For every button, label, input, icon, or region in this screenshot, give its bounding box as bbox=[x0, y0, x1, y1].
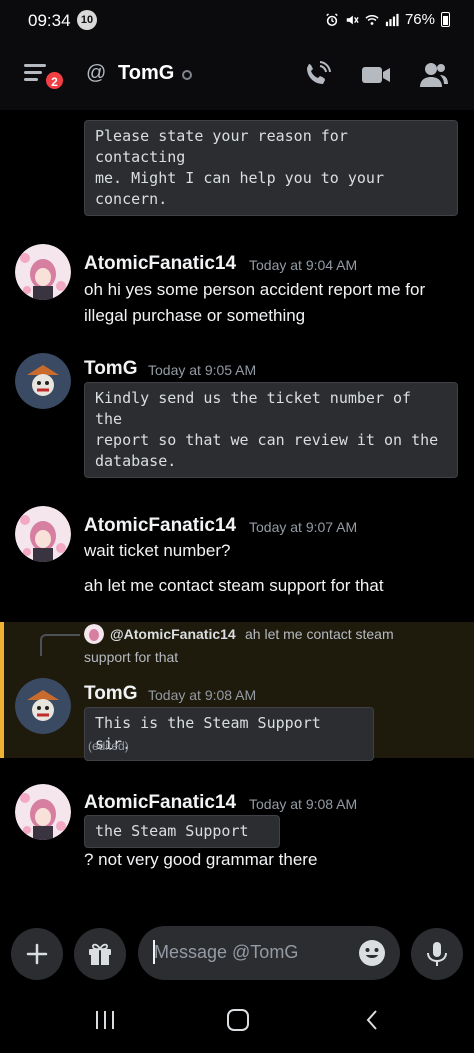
reply-preview[interactable]: ah let me contact steam bbox=[245, 626, 394, 642]
timestamp: Today at 9:08 AM bbox=[249, 796, 358, 812]
home-icon[interactable] bbox=[225, 1008, 251, 1032]
reply-author[interactable]: @AtomicFanatic14 bbox=[110, 626, 236, 642]
message-input[interactable]: Message @TomG bbox=[138, 926, 400, 980]
message-text: ? not very good grammar there bbox=[84, 850, 318, 869]
author-name[interactable]: TomG bbox=[84, 683, 137, 705]
system-navigation-bar bbox=[0, 988, 474, 1053]
gift-icon bbox=[89, 943, 111, 965]
add-attachment-button[interactable] bbox=[11, 928, 63, 980]
mute-icon bbox=[346, 15, 359, 24]
edited-label: (edited) bbox=[88, 739, 129, 753]
status-bar: 09:34 10 76% bbox=[0, 0, 474, 42]
emoji-icon[interactable] bbox=[358, 939, 386, 967]
author-name[interactable]: AtomicFanatic14 bbox=[84, 253, 236, 275]
author-name[interactable]: TomG bbox=[84, 358, 137, 380]
author-name[interactable]: AtomicFanatic14 bbox=[84, 792, 236, 814]
timestamp: Today at 9:04 AM bbox=[249, 257, 358, 273]
call-icon[interactable] bbox=[302, 60, 334, 90]
battery-icon bbox=[441, 12, 450, 27]
avatar-atomicfanatic14[interactable] bbox=[15, 506, 71, 562]
avatar-tomg[interactable] bbox=[15, 353, 71, 409]
avatar-atomicfanatic14[interactable] bbox=[15, 244, 71, 300]
microphone-icon bbox=[427, 942, 447, 966]
clock: 09:34 bbox=[28, 11, 71, 30]
message-text: oh hi yes some person accident report me… bbox=[84, 277, 425, 329]
alarm-icon bbox=[326, 12, 338, 26]
message-list[interactable]: Please state your reason for contacting … bbox=[0, 110, 474, 920]
code-block: Kindly send us the ticket number of the … bbox=[84, 382, 458, 478]
unread-badge: 2 bbox=[44, 70, 65, 91]
timestamp: Today at 9:08 AM bbox=[148, 687, 257, 703]
back-icon[interactable] bbox=[360, 1008, 386, 1032]
notification-count-badge: 10 bbox=[77, 10, 97, 30]
system-icons: 76% bbox=[325, 11, 450, 28]
avatar-tomg[interactable] bbox=[15, 678, 71, 734]
members-icon[interactable] bbox=[418, 60, 450, 90]
message-line: illegal purchase or something bbox=[84, 306, 306, 325]
at-icon: @ bbox=[86, 62, 107, 84]
code-block: the Steam Support bbox=[84, 815, 280, 848]
timestamp: Today at 9:07 AM bbox=[249, 519, 358, 535]
signal-icon bbox=[385, 13, 399, 26]
mention-highlight-bar bbox=[0, 622, 4, 758]
menu-button[interactable]: 2 bbox=[22, 58, 66, 98]
recent-apps-icon[interactable] bbox=[92, 1008, 118, 1032]
code-block: Please state your reason for contacting … bbox=[84, 120, 458, 216]
reply-connector bbox=[40, 634, 80, 656]
video-icon[interactable] bbox=[360, 60, 392, 90]
message-text: wait ticket number? bbox=[84, 541, 231, 560]
message-line: oh hi yes some person accident report me… bbox=[84, 280, 426, 299]
dm-header: 2 @ TomG bbox=[0, 42, 474, 110]
message-text: ah let me contact steam support for that bbox=[84, 576, 384, 595]
reply-preview[interactable]: support for that bbox=[84, 649, 178, 665]
gift-button[interactable] bbox=[74, 928, 126, 980]
plus-icon bbox=[26, 943, 48, 965]
avatar-atomicfanatic14[interactable] bbox=[15, 784, 71, 840]
message-input-placeholder: Message @TomG bbox=[154, 942, 299, 962]
timestamp: Today at 9:05 AM bbox=[148, 362, 257, 378]
offline-status-icon bbox=[182, 70, 192, 80]
reply-avatar bbox=[84, 624, 104, 644]
channel-name[interactable]: TomG bbox=[118, 62, 174, 85]
wifi-icon bbox=[365, 14, 379, 25]
voice-message-button[interactable] bbox=[411, 928, 463, 980]
message-composer: Message @TomG bbox=[0, 920, 474, 988]
author-name[interactable]: AtomicFanatic14 bbox=[84, 515, 236, 537]
battery-percent: 76% bbox=[404, 11, 435, 28]
